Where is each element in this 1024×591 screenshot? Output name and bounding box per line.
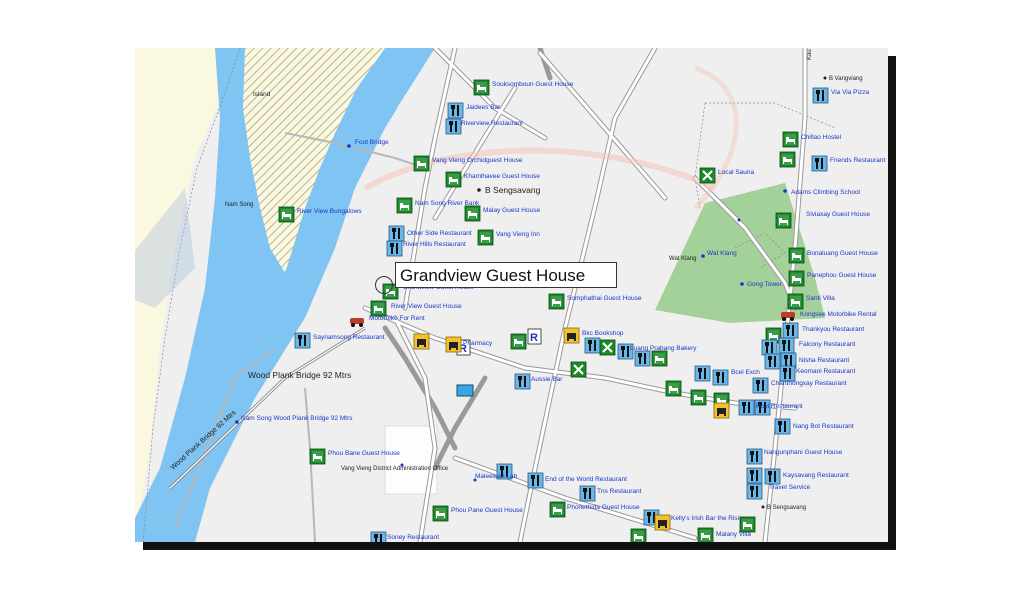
svg-text:Malay Guest House: Malay Guest House: [483, 207, 540, 214]
svg-text:Pharmacy: Pharmacy: [463, 340, 493, 347]
svg-text:Vang Vieng Orchidguest House: Vang Vieng Orchidguest House: [432, 157, 523, 164]
area-label-b-sengsavang-2: B Sengsavang: [767, 505, 806, 511]
svg-text:Luang Prabang Bakery: Luang Prabang Bakery: [630, 345, 697, 352]
svg-text:Pool Restaurant: Pool Restaurant: [756, 403, 803, 410]
selected-location-ring: [375, 276, 393, 294]
svg-text:Other Side Restaurant: Other Side Restaurant: [407, 230, 472, 237]
area-label-wat-klang: Wat Klang: [669, 256, 696, 262]
svg-text:Nisha Restaurant: Nisha Restaurant: [799, 357, 849, 364]
svg-text:Local Sauna: Local Sauna: [718, 169, 755, 176]
svg-text:Somphathai Guest House: Somphathai Guest House: [567, 295, 642, 302]
map-canvas[interactable]: R: [135, 48, 888, 542]
poi-gong-tower[interactable]: Gong Tower: [740, 281, 783, 288]
svg-text:Kelly's Irish Bar the Rising: Kelly's Irish Bar the Rising: [671, 515, 747, 522]
map-frame[interactable]: R: [135, 48, 888, 542]
area-label-island: Island: [253, 91, 271, 98]
svg-text:Kongsee Motorbike Rental: Kongsee Motorbike Rental: [800, 311, 877, 318]
svg-text:Falcony Restaurant: Falcony Restaurant: [799, 341, 856, 348]
svg-text:Siviaxay Guest House: Siviaxay Guest House: [806, 211, 870, 218]
svg-text:Maleewan Lab: Maleewan Lab: [475, 473, 518, 480]
svg-text:Bcel Exch: Bcel Exch: [731, 369, 760, 376]
svg-text:End of the World Restaurant: End of the World Restaurant: [545, 476, 627, 483]
svg-text:Bonaluang Guest House: Bonaluang Guest House: [807, 250, 878, 257]
svg-text:Gong Tower: Gong Tower: [747, 281, 783, 288]
svg-text:Phou Pane Guest House: Phou Pane Guest House: [451, 507, 523, 514]
svg-text:Keomani Restaurant: Keomani Restaurant: [796, 368, 855, 375]
svg-text:Phonethida Guest House: Phonethida Guest House: [567, 504, 640, 511]
svg-text:Tns Restaurant: Tns Restaurant: [597, 488, 642, 495]
svg-text:Friends Restaurant: Friends Restaurant: [830, 157, 885, 164]
svg-text:Thankyou Restaurant: Thankyou Restaurant: [802, 326, 864, 333]
svg-text:River View Guest House: River View Guest House: [391, 303, 462, 310]
area-label-admin-office: Vang Vieng District Administration Offic…: [341, 466, 449, 472]
svg-text:Motorbike For Rent: Motorbike For Rent: [369, 315, 425, 322]
area-label-b-vangviang: B Vangviang: [829, 76, 863, 82]
svg-text:Nangunphani Guest House: Nangunphani Guest House: [764, 449, 843, 456]
svg-text:Santi Villa: Santi Villa: [806, 295, 835, 302]
road-label-foot-bridge: Foot Bridge: [355, 139, 389, 146]
svg-text:Bkc Bookshop: Bkc Bookshop: [582, 330, 624, 337]
svg-text:Aussie Bar: Aussie Bar: [531, 376, 563, 383]
poi-adams-climbing[interactable]: Adams Climbing School: [783, 189, 861, 196]
svg-text:Panephou Guest House: Panephou Guest House: [807, 272, 877, 279]
svg-text:Jaidees Bar: Jaidees Bar: [466, 104, 501, 111]
svg-text:River View Bungalows: River View Bungalows: [297, 208, 362, 215]
svg-text:Adams Climbing School: Adams Climbing School: [791, 189, 861, 196]
svg-text:Souksomboun Guest House: Souksomboun Guest House: [492, 81, 574, 88]
svg-text:Kaysavang Restaurant: Kaysavang Restaurant: [783, 472, 849, 479]
svg-text:Chillao Hostel: Chillao Hostel: [801, 134, 842, 141]
svg-text:Riverview Restaurant: Riverview Restaurant: [461, 120, 523, 127]
area-label-nam-song: Nam Song: [225, 202, 253, 208]
svg-text:Saynamsong Restaurant: Saynamsong Restaurant: [313, 334, 385, 341]
svg-text:Vang Vieng Inn: Vang Vieng Inn: [496, 231, 540, 238]
poi-wat-klang[interactable]: Wat Klang: [701, 250, 737, 258]
svg-text:Phou Bane Guest House: Phou Bane Guest House: [328, 450, 400, 457]
callout-title: Grandview Guest House: [395, 262, 617, 288]
svg-text:Khamlhavee Guest House: Khamlhavee Guest House: [464, 173, 540, 180]
svg-text:Via Via Pizza: Via Via Pizza: [831, 89, 869, 96]
svg-text:Wat Klang: Wat Klang: [707, 250, 737, 257]
road-label-kau: Kau: [807, 49, 813, 60]
svg-text:Travel Service: Travel Service: [769, 484, 811, 491]
svg-text:River Hills Restaurant: River Hills Restaurant: [403, 241, 466, 248]
svg-text:Chanthongxay Restaurant: Chanthongxay Restaurant: [771, 380, 847, 387]
road-label-nam-song-bridge: Nam Song Wood Plank Bridge 92 Mtrs: [241, 415, 353, 422]
poi-soney-restaurant[interactable]: Soney Restaurant: [370, 531, 439, 542]
area-label-b-sengsavang: B Sengsavang: [485, 185, 541, 195]
road-label-wood-bridge-1: Wood Plank Bridge 92 Mtrs: [248, 370, 351, 380]
svg-text:Nang Bot Restaurant: Nang Bot Restaurant: [793, 423, 854, 430]
svg-text:Soney Restaurant: Soney Restaurant: [387, 534, 439, 541]
